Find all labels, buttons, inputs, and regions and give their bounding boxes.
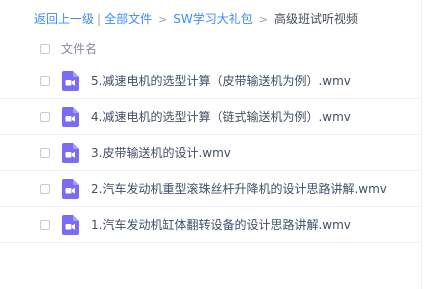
file-browser: 返回上一级 | 全部文件 > SW学习大礼包 > 高级班试听视频 文件名 5.减速电机的选型… bbox=[0, 0, 443, 289]
row-checkbox[interactable] bbox=[40, 76, 50, 86]
breadcrumb-divider: | bbox=[97, 12, 102, 26]
breadcrumb-arrow: > bbox=[158, 13, 168, 26]
scrollbar-track[interactable] bbox=[421, 0, 422, 289]
list-item[interactable]: 4.减速电机的选型计算（链式输送机为例）.wmv bbox=[0, 99, 421, 135]
list-item[interactable]: 1.汽车发动机缸体翻转设备的设计思路讲解.wmv bbox=[0, 207, 421, 243]
breadcrumb-arrow: > bbox=[258, 13, 268, 26]
all-files-link[interactable]: 全部文件 bbox=[104, 12, 152, 26]
file-name[interactable]: 4.减速电机的选型计算（链式输送机为例）.wmv bbox=[91, 109, 351, 125]
folder-link[interactable]: SW学习大礼包 bbox=[173, 12, 252, 26]
list-item[interactable]: 2.汽车发动机重型滚珠丝杆升降机的设计思路讲解.wmv bbox=[0, 171, 421, 207]
breadcrumb: 返回上一级 | 全部文件 > SW学习大礼包 > 高级班试听视频 bbox=[34, 10, 358, 29]
video-file-icon bbox=[62, 179, 79, 199]
column-header-filename: 文件名 bbox=[61, 42, 98, 56]
back-link[interactable]: 返回上一级 bbox=[34, 12, 94, 26]
video-file-icon bbox=[62, 143, 79, 163]
current-folder: 高级班试听视频 bbox=[274, 12, 359, 26]
file-name[interactable]: 2.汽车发动机重型滚珠丝杆升降机的设计思路讲解.wmv bbox=[91, 181, 387, 197]
row-checkbox[interactable] bbox=[40, 220, 50, 230]
file-name[interactable]: 3.皮带输送机的设计.wmv bbox=[91, 145, 231, 161]
file-name[interactable]: 1.汽车发动机缸体翻转设备的设计思路讲解.wmv bbox=[91, 217, 351, 233]
file-name[interactable]: 5.减速电机的选型计算（皮带输送机为例）.wmv bbox=[91, 73, 351, 89]
row-checkbox[interactable] bbox=[40, 148, 50, 158]
list-header: 文件名 bbox=[0, 35, 421, 63]
video-file-icon bbox=[62, 215, 79, 235]
row-checkbox[interactable] bbox=[40, 184, 50, 194]
video-file-icon bbox=[62, 107, 79, 127]
video-file-icon bbox=[62, 71, 79, 91]
select-all-checkbox[interactable] bbox=[40, 44, 50, 54]
list-item[interactable]: 5.减速电机的选型计算（皮带输送机为例）.wmv bbox=[0, 63, 421, 99]
row-checkbox[interactable] bbox=[40, 112, 50, 122]
list-item[interactable]: 3.皮带输送机的设计.wmv bbox=[0, 135, 421, 171]
